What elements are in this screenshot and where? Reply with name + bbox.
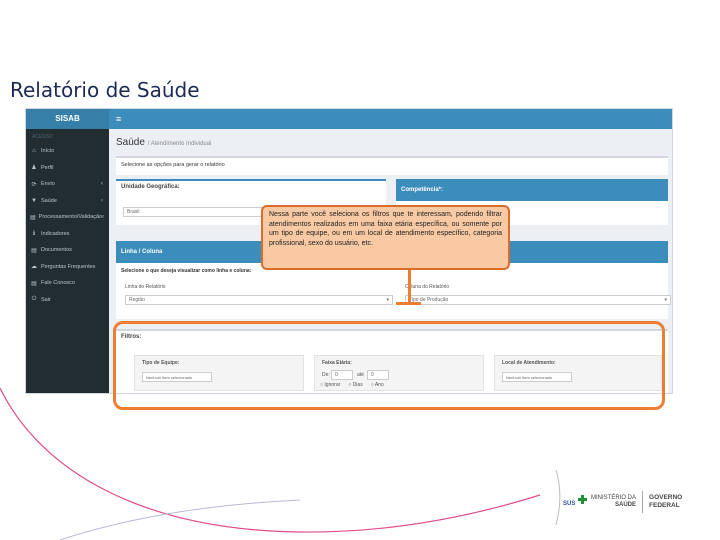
linha-value: Região bbox=[129, 297, 145, 303]
chevron-down-icon: ▾ bbox=[386, 297, 389, 303]
sidebar: SISAB ACESSO ⌂ Início ♟ Perfil ⟳ Envio ‹ ▼ Saúde… bbox=[26, 109, 109, 393]
sidebar-item-label: Documentos bbox=[41, 247, 72, 254]
linha-label: Linha do Relatório bbox=[125, 284, 166, 290]
sus-text: SUS bbox=[563, 501, 575, 507]
ministerio-line1: MINISTÉRIO DA bbox=[591, 495, 637, 501]
logo-divider bbox=[642, 491, 644, 513]
governo-logo: GOVERNO FEDERAL bbox=[649, 494, 682, 510]
sidebar-item[interactable]: ⏻ Sair bbox=[26, 292, 109, 309]
governo-line1: GOVERNO bbox=[649, 494, 683, 501]
slide-title: Relatório de Saúde bbox=[10, 78, 200, 102]
question-icon: ☁ bbox=[31, 264, 37, 271]
ministerio-line2: SAÚDE bbox=[615, 502, 637, 508]
sidebar-item[interactable]: ▤ Fale Conosco bbox=[26, 275, 109, 292]
sidebar-item-label: Perfil bbox=[41, 164, 54, 171]
chevron-left-icon: ‹ bbox=[101, 197, 103, 204]
unidade-geografica-select[interactable]: Brasil bbox=[123, 207, 263, 217]
sidebar-item-label: Perguntas Frequentes bbox=[41, 263, 96, 270]
sidebar-item-label: Fale Conosco bbox=[41, 280, 75, 287]
sidebar-item[interactable]: ▤ Processamento/Validação ‹ bbox=[26, 209, 109, 226]
info-icon: ℹ bbox=[32, 231, 36, 238]
sidebar-section-header: ACESSO bbox=[32, 134, 53, 140]
sidebar-item-label: Início bbox=[41, 148, 55, 155]
coluna-label: Coluna do Relatório bbox=[405, 284, 450, 290]
contact-icon: ▤ bbox=[31, 280, 37, 287]
governo-line2: FEDERAL bbox=[649, 502, 680, 509]
unidade-geografica-title: Unidade Geográfica: bbox=[121, 184, 180, 190]
sidebar-item-label: Sair bbox=[41, 296, 51, 303]
page-title-text: Saúde bbox=[116, 137, 145, 148]
sidebar-item-label: Envio bbox=[41, 181, 55, 188]
sidebar-item[interactable]: ☁ Perguntas Frequentes bbox=[26, 259, 109, 276]
sidebar-item[interactable]: ⌂ Início bbox=[26, 143, 109, 160]
page-subtitle: / Atendimento Individual bbox=[147, 141, 212, 147]
home-icon: ⌂ bbox=[32, 148, 36, 155]
user-icon: ♟ bbox=[31, 165, 37, 172]
upload-icon: ⟳ bbox=[31, 181, 37, 188]
filtros-highlight-frame bbox=[113, 321, 665, 410]
sidebar-item[interactable]: ⟳ Envio ‹ bbox=[26, 176, 109, 193]
sidebar-item[interactable]: ▼ Saúde ‹ bbox=[26, 193, 109, 210]
ministerio-logo: MINISTÉRIO DA SAÚDE bbox=[591, 495, 636, 509]
chevron-left-icon: ‹ bbox=[102, 214, 105, 221]
coluna-select[interactable]: Tipo de Produção ▾ bbox=[405, 295, 671, 305]
annotation-callout: Nessa parte você seleciona os filtros qu… bbox=[261, 205, 510, 270]
report-icon: ▤ bbox=[30, 214, 36, 221]
top-navbar: ≡ bbox=[109, 109, 672, 129]
callout-text: Nessa parte você seleciona os filtros qu… bbox=[269, 211, 502, 247]
sidebar-item[interactable]: ♟ Perfil bbox=[26, 160, 109, 177]
selection-hint: Selecione as opções para gerar o relatór… bbox=[121, 162, 225, 168]
sidebar-item-label: Processamento/Validação bbox=[38, 214, 103, 221]
logos-area: SUS MINISTÉRIO DA SAÚDE GOVERNO FEDERAL bbox=[563, 485, 698, 519]
filter-icon: ▼ bbox=[31, 197, 37, 204]
sidebar-item-label: Saúde bbox=[41, 197, 57, 204]
page-title: Saúde / Atendimento Individual bbox=[116, 137, 211, 148]
sidebar-item[interactable]: ▤ Documentos bbox=[26, 242, 109, 259]
hint-box: Selecione as opções para gerar o relatór… bbox=[116, 156, 668, 175]
sidebar-item-label: Indicadores bbox=[41, 230, 70, 237]
document-icon: ▤ bbox=[31, 247, 37, 254]
sus-logo-icon: SUS bbox=[563, 495, 587, 507]
app-logo[interactable]: SISAB bbox=[26, 109, 109, 129]
sidebar-item[interactable]: ℹ Indicadores bbox=[26, 226, 109, 243]
linha-select[interactable]: Região ▾ bbox=[125, 295, 393, 305]
connector-vertical bbox=[408, 270, 411, 304]
power-icon: ⏻ bbox=[31, 296, 37, 303]
menu-toggle-icon[interactable]: ≡ bbox=[109, 114, 121, 124]
competencia-title: Competência*: bbox=[396, 179, 668, 201]
unidade-geografica-value: Brasil bbox=[127, 209, 140, 215]
chevron-down-icon: ▾ bbox=[664, 297, 667, 303]
chevron-left-icon: ‹ bbox=[101, 181, 103, 188]
